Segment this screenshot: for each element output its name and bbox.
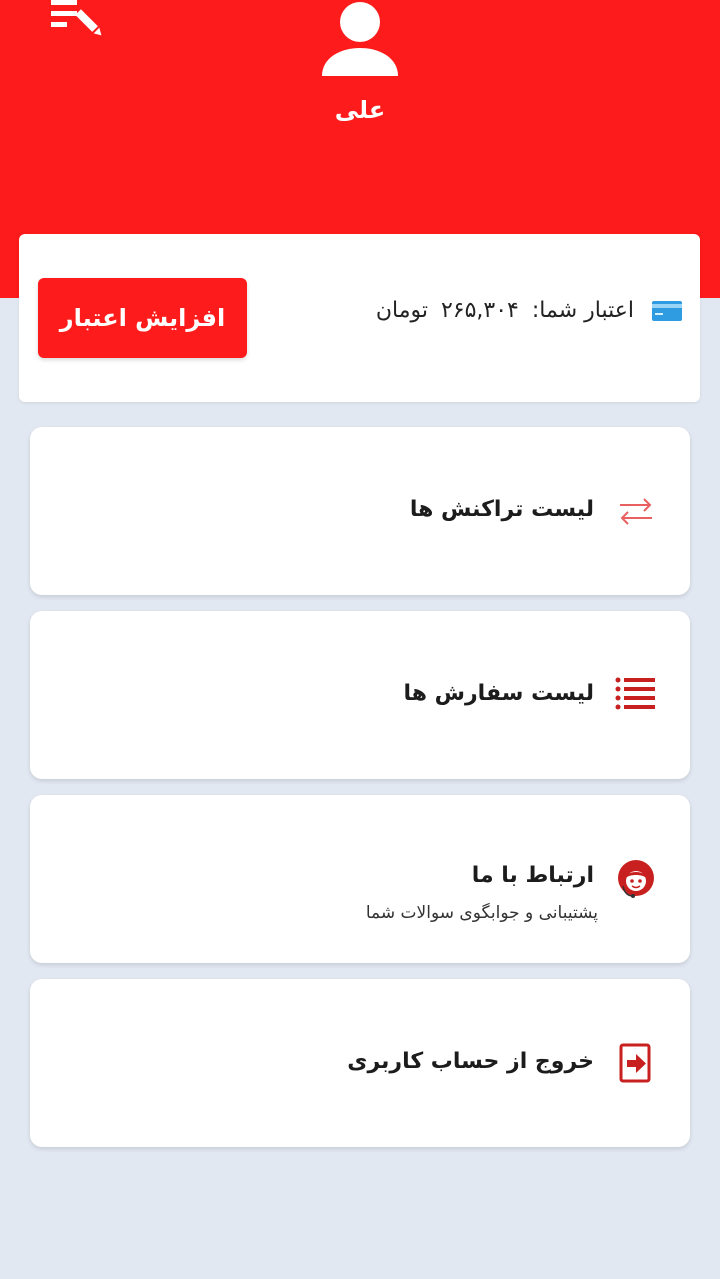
menu-item-sublabel: پشتیبانی و جوابگوی سوالات شما [365, 903, 598, 923]
increase-credit-button[interactable]: افزایش اعتبار [38, 278, 247, 358]
menu-item-contact[interactable]: ارتباط با ما پشتیبانی و جوابگوی سوالات ش… [30, 795, 690, 963]
edit-profile-button[interactable] [46, 0, 110, 44]
menu-item-transactions[interactable]: لیست تراکنش ها [30, 427, 690, 595]
logout-icon [612, 1039, 660, 1087]
list-icon [612, 671, 660, 719]
credit-label: اعتبار شما: [531, 298, 634, 323]
credit-card: اعتبار شما: ۲۶۵,۳۰۴ تومان افزایش اعتبار [19, 234, 700, 402]
menu-item-orders[interactable]: لیست سفارش ها [30, 611, 690, 779]
support-agent-icon [612, 855, 660, 903]
menu-item-label: لیست سفارش ها [403, 681, 594, 706]
edit-list-icon[interactable] [46, 0, 110, 44]
user-name: علی [334, 96, 386, 124]
menu-item-label: ارتباط با ما [471, 863, 594, 888]
avatar [318, 0, 402, 80]
menu-item-label: لیست تراکنش ها [409, 497, 594, 522]
user-icon [322, 2, 398, 76]
transfer-arrows-icon [612, 487, 660, 535]
credit-balance: اعتبار شما: ۲۶۵,۳۰۴ تومان [376, 298, 634, 323]
menu-item-logout[interactable]: خروج از حساب کاربری [30, 979, 690, 1147]
credit-card-icon [652, 301, 682, 321]
menu-item-label: خروج از حساب کاربری [347, 1049, 594, 1074]
credit-unit: تومان [375, 298, 428, 323]
credit-amount: ۲۶۵,۳۰۴ [440, 298, 519, 323]
